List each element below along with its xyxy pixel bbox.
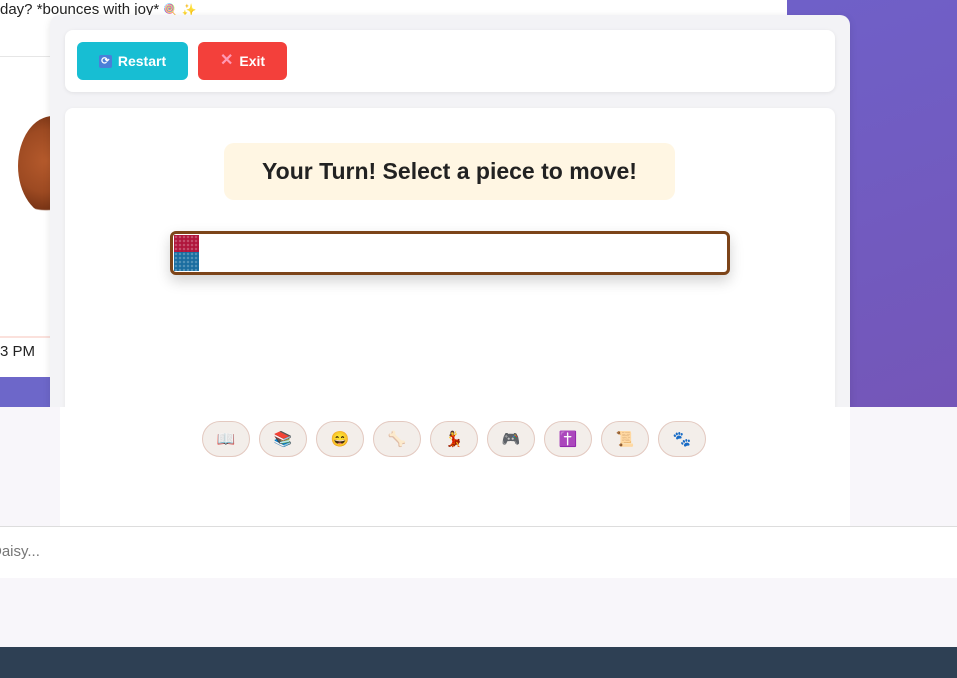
chat-bubble-edge [0, 336, 55, 338]
game-toolbar: ⟳ Restart ✕ Exit [65, 30, 835, 92]
restart-icon: ⟳ [98, 54, 112, 68]
quick-action-laughing-face-button[interactable]: 😄 [316, 421, 364, 457]
quick-action-scroll-button[interactable]: 📜 [601, 421, 649, 457]
blue-piece[interactable] [174, 252, 199, 271]
start-cell[interactable] [174, 235, 199, 271]
chat-timestamp: 3 PM [0, 343, 36, 360]
restart-label: Restart [117, 53, 167, 69]
restart-button[interactable]: ⟳ Restart [77, 42, 188, 80]
quick-action-dancer-button[interactable]: 💃 [430, 421, 478, 457]
game-controller-icon: 🎮 [501, 431, 521, 448]
quick-action-cross-button[interactable]: ✝️ [544, 421, 592, 457]
close-icon: ✕ [219, 52, 234, 69]
quick-action-book-button[interactable]: 📖 [202, 421, 250, 457]
quick-action-game-controller-button[interactable]: 🎮 [487, 421, 535, 457]
game-board-area: Your Turn! Select a piece to move! [65, 108, 835, 407]
game-panel: ⟳ Restart ✕ Exit Your Turn! Select a pie… [50, 15, 850, 407]
game-track[interactable] [170, 231, 730, 275]
red-piece[interactable] [174, 235, 199, 252]
quick-action-books-button[interactable]: 📚 [259, 421, 307, 457]
paw-prints-icon: 🐾 [672, 431, 692, 448]
bone-icon: 🦴 [387, 431, 407, 448]
chat-input-bar [0, 526, 957, 579]
quick-action-bone-button[interactable]: 🦴 [373, 421, 421, 457]
turn-status-banner: Your Turn! Select a piece to move! [224, 143, 675, 200]
book-icon: 📖 [216, 431, 236, 448]
cross-icon: ✝️ [558, 431, 578, 448]
laughing-face-icon: 😄 [330, 431, 350, 448]
exit-label: Exit [239, 53, 266, 69]
books-icon: 📚 [273, 431, 293, 448]
scroll-icon: 📜 [615, 431, 635, 448]
quick-action-paw-prints-button[interactable]: 🐾 [658, 421, 706, 457]
page-footer [0, 647, 957, 678]
chat-input[interactable] [0, 527, 900, 576]
dancer-icon: 💃 [444, 431, 464, 448]
quick-action-row: 📖 📚 😄 🦴 💃 🎮 ✝️ 📜 🐾 [202, 421, 706, 457]
chat-input-footer-space [0, 578, 957, 647]
exit-button[interactable]: ✕ Exit [198, 42, 287, 80]
